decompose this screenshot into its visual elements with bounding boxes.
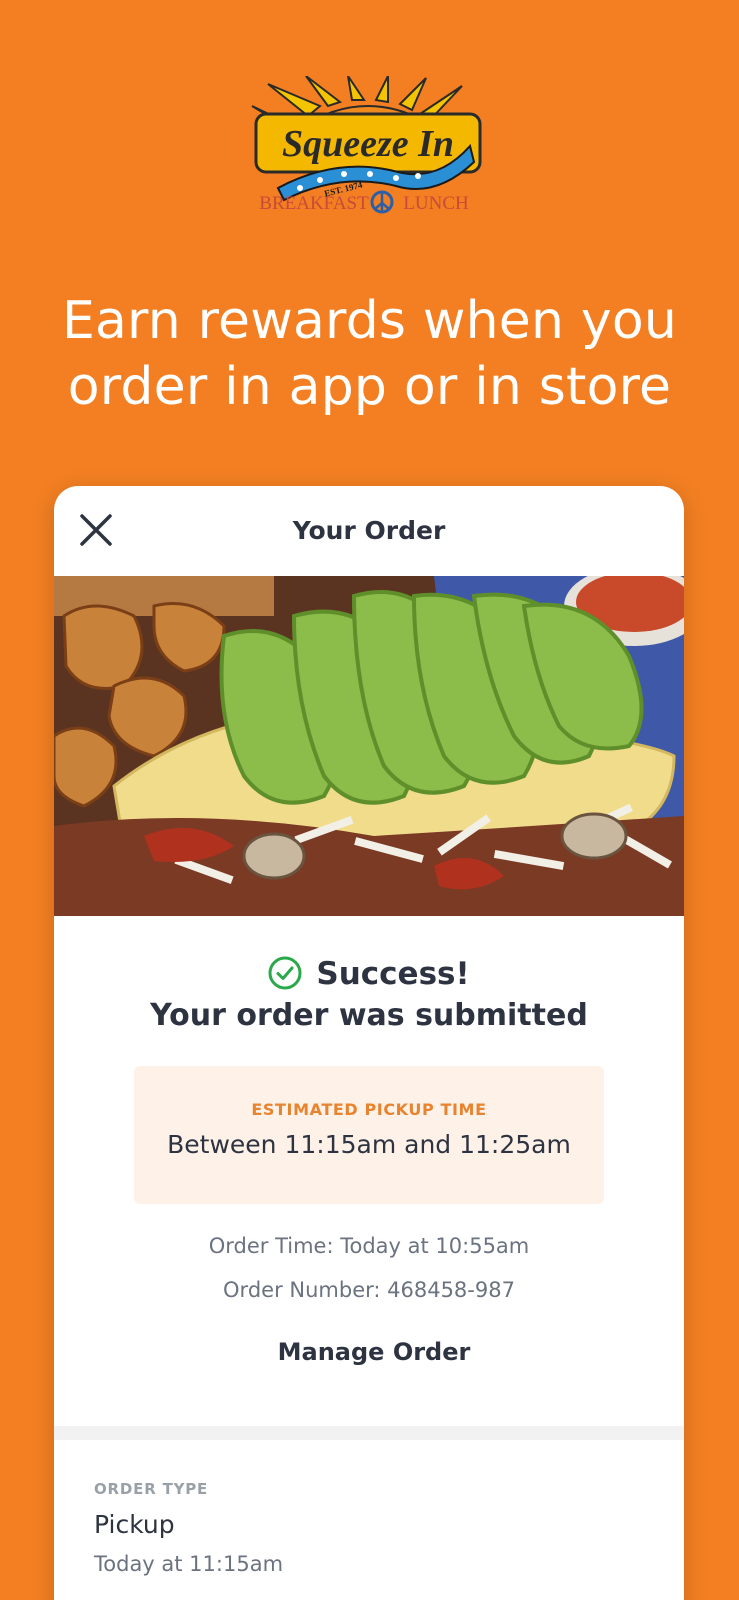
- pickup-time-box: ESTIMATED PICKUP TIME Between 11:15am an…: [134, 1066, 604, 1204]
- order-type-label: ORDER TYPE: [94, 1480, 209, 1498]
- check-circle-icon: [268, 956, 302, 990]
- card-title: Your Order: [292, 516, 446, 545]
- success-text: Success!: [316, 956, 470, 992]
- section-divider: [54, 1426, 684, 1440]
- logo-breakfast: BREAKFAST: [259, 193, 369, 214]
- squeeze-in-logo: Squeeze In EST. 1974 BREAKFAST LUNCH: [248, 76, 492, 220]
- order-type-value: Pickup: [94, 1510, 175, 1539]
- close-icon: [80, 514, 112, 546]
- success-heading: Success!: [54, 952, 684, 996]
- headline-line-1: Earn rewards when you: [61, 291, 678, 351]
- order-confirmation-card: Your Order Success! Your order was submi…: [54, 486, 684, 1600]
- manage-order-button[interactable]: Manage Order: [219, 1324, 529, 1380]
- logo-wordmark: Squeeze In: [282, 123, 454, 165]
- card-header: Your Order: [54, 486, 684, 576]
- promo-headline: Earn rewards when you order in app or in…: [0, 288, 739, 420]
- headline-line-2: order in app or in store: [67, 357, 672, 417]
- logo-lunch: LUNCH: [403, 193, 469, 214]
- food-photo: [54, 576, 684, 916]
- order-time: Order Time: Today at 10:55am: [208, 1234, 530, 1258]
- pickup-time-value: Between 11:15am and 11:25am: [167, 1130, 571, 1159]
- order-type-time: Today at 11:15am: [94, 1552, 284, 1576]
- order-number: Order Number: 468458-987: [223, 1278, 515, 1302]
- submitted-text: Your order was submitted: [150, 998, 588, 1033]
- close-button[interactable]: [76, 510, 116, 550]
- pickup-time-label: ESTIMATED PICKUP TIME: [251, 1100, 487, 1119]
